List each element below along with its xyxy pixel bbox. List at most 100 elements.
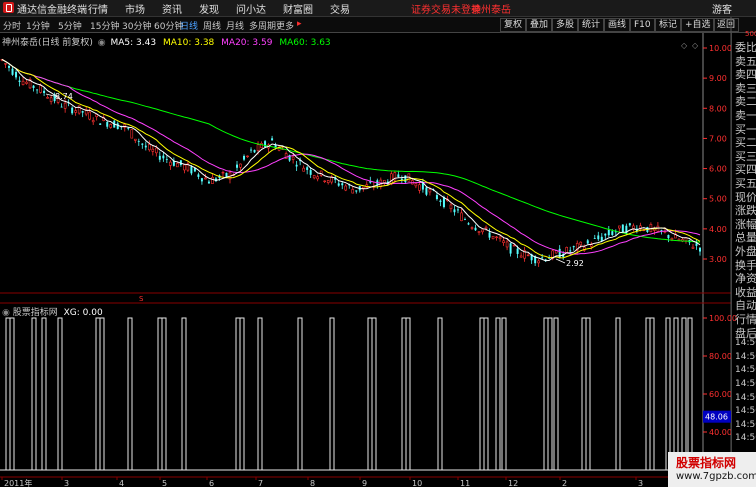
candle-body xyxy=(116,123,119,130)
candle-body xyxy=(183,164,186,171)
candle-body xyxy=(691,246,695,249)
candle-body xyxy=(425,187,428,195)
indicator-spike xyxy=(437,317,443,470)
candle-body xyxy=(600,236,603,241)
candle-body xyxy=(397,174,400,177)
indicator-spike xyxy=(553,317,559,470)
candle-body xyxy=(155,147,158,154)
candle-body xyxy=(204,177,207,180)
candle-body xyxy=(604,233,607,236)
candle-body xyxy=(699,247,701,252)
candle-body xyxy=(158,155,161,160)
candle-body xyxy=(133,138,137,141)
indicator-spike xyxy=(649,317,655,470)
candle-body xyxy=(141,143,144,145)
date-label: 5 xyxy=(162,479,167,487)
indicator-spike xyxy=(297,317,303,470)
candles xyxy=(0,58,701,267)
candle-body xyxy=(306,167,309,170)
candle-body xyxy=(460,212,463,222)
candle-body xyxy=(4,63,7,65)
candle-body xyxy=(449,204,453,210)
kline-chart[interactable]: 10.00 9.00 8.00 7.00 6.00 5.00 4.00 3.00 8.74 2.9… xyxy=(0,0,756,487)
candle-body xyxy=(390,173,393,185)
price-tick-label: 10.00 xyxy=(709,44,732,53)
indicator-spike xyxy=(235,317,241,470)
indicator-spike xyxy=(127,317,133,470)
indicator-spike xyxy=(501,317,507,470)
low-price-label: 2.92 xyxy=(566,259,584,268)
candle-body xyxy=(88,111,91,120)
candle-body xyxy=(295,164,298,167)
candle-body xyxy=(81,111,84,113)
candle-body xyxy=(243,155,246,160)
candle-body xyxy=(323,180,326,183)
watermark-url: www.7gpzb.com xyxy=(676,471,756,482)
panel-top-value: 500 xyxy=(745,30,756,38)
candle-body xyxy=(565,247,569,253)
candle-body xyxy=(43,90,46,93)
candle-body xyxy=(418,184,421,191)
candle-body xyxy=(8,65,11,68)
price-tick-label: 5.00 xyxy=(709,195,727,204)
indicator-spike xyxy=(405,317,411,470)
chart-options-icon[interactable]: ◇ xyxy=(681,41,688,50)
indicator-spike xyxy=(585,317,591,470)
candle-body xyxy=(190,166,193,174)
chart-options-icon[interactable]: ◇ xyxy=(692,41,699,50)
candle-body xyxy=(211,176,214,184)
indicator-tick-label: 60.00 xyxy=(709,390,732,399)
ma5-line xyxy=(1,58,701,262)
panel-row-label: 14:50 xyxy=(735,379,756,389)
candle-body xyxy=(207,181,210,184)
candle-body xyxy=(526,254,530,257)
current-value-label: 48.06 xyxy=(705,413,728,422)
candle-body xyxy=(611,231,614,236)
candle-body xyxy=(36,89,39,91)
date-label: 11 xyxy=(460,479,470,487)
indicator-spike xyxy=(371,317,377,470)
candle-body xyxy=(130,129,134,139)
candle-body xyxy=(484,226,488,229)
date-label: 6 xyxy=(209,479,214,487)
indicator-spike xyxy=(9,317,15,470)
candle-body xyxy=(99,123,102,125)
price-tick-label: 6.00 xyxy=(709,165,727,174)
candle-body xyxy=(509,243,512,254)
candle-body xyxy=(628,223,631,226)
candle-body xyxy=(607,229,610,236)
candle-body xyxy=(46,97,49,99)
candle-body xyxy=(253,149,256,153)
candle-body xyxy=(488,232,491,238)
candle-body xyxy=(428,188,432,193)
date-label: 2011年 xyxy=(4,478,32,487)
candle-body xyxy=(225,172,228,178)
date-label: 4 xyxy=(119,479,124,487)
candle-body xyxy=(162,155,165,159)
panel-row-label: 14:50 xyxy=(735,406,756,417)
candle-body xyxy=(344,185,348,191)
date-label: 3 xyxy=(638,479,643,487)
candle-body xyxy=(63,102,67,109)
panel-row-label: 14:50 xyxy=(735,433,756,444)
indicator-spike xyxy=(41,317,47,470)
candle-body xyxy=(49,97,53,102)
candle-body xyxy=(291,156,295,160)
date-label: 10 xyxy=(412,479,422,487)
indicator-spike xyxy=(157,317,163,470)
candle-body xyxy=(589,244,593,247)
indicator-spike xyxy=(581,317,587,470)
candle-body xyxy=(470,227,474,229)
candle-body xyxy=(667,235,670,239)
candle-body xyxy=(169,161,172,166)
panel-row-label: 14:50 xyxy=(735,338,756,349)
indicator-spike xyxy=(31,317,37,470)
indicator-tick-label: 80.00 xyxy=(709,352,732,361)
indicator-spike xyxy=(483,317,489,470)
candle-body xyxy=(197,174,200,177)
candle-body xyxy=(481,229,484,233)
candle-body xyxy=(660,230,663,231)
indicator-spike xyxy=(615,317,621,470)
indicator-spike xyxy=(239,317,245,470)
candle-body xyxy=(165,159,168,160)
